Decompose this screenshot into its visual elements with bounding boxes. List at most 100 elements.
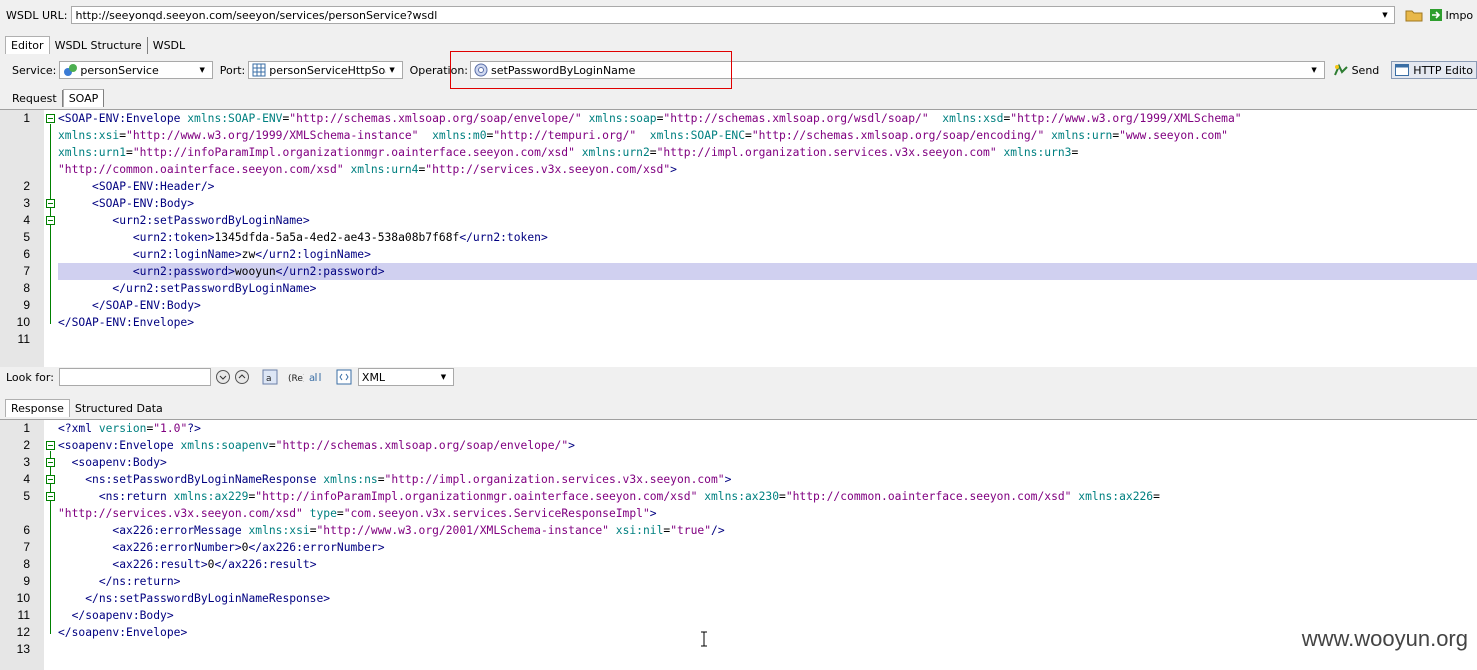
fold-toggle-icon[interactable] <box>46 458 55 467</box>
code-line: 10 </SOAP-ENV:Envelope> <box>0 314 1477 331</box>
wsdl-url-input[interactable]: http://seeyonqd.seeyon.com/seeyon/servic… <box>71 6 1396 24</box>
wsdl-url-label: WSDL URL: <box>6 8 68 22</box>
code-text: </SOAP-ENV:Envelope> <box>58 316 195 329</box>
code-text: </SOAP-ENV:Body> <box>92 299 201 312</box>
line-number: 8 <box>23 557 30 571</box>
code-line: 13 <box>0 641 1477 658</box>
code-text: xmlns:urn1="http://infoParamImpl.organiz… <box>58 146 1079 159</box>
line-number <box>0 127 30 144</box>
chevron-down-icon[interactable]: ▼ <box>1378 7 1391 23</box>
line-number: 11 <box>17 608 30 622</box>
code-line: "http://common.oainterface.seeyon.com/xs… <box>0 161 1477 178</box>
request-tabs: Request SOAP <box>0 89 1477 107</box>
line-number: 12 <box>16 625 30 639</box>
service-select[interactable]: personService ▼ <box>59 61 213 79</box>
code-text: <urn2:password>wooyun</urn2:password> <box>132 265 385 278</box>
tab-soap[interactable]: SOAP <box>62 89 105 107</box>
code-line: 1 <SOAP-ENV:Envelope xmlns:SOAP-ENV="http… <box>0 110 1477 127</box>
tab-editor[interactable]: Editor <box>5 36 50 54</box>
search-bar: Look for: a (Re) a XML ▼ <box>0 367 1477 387</box>
look-for-input[interactable] <box>58 368 211 386</box>
code-text: <?xml version="1.0"?> <box>58 422 201 435</box>
code-line: 4 <ns:setPasswordByLoginNameResponse xml… <box>0 471 1477 488</box>
line-number: 8 <box>23 281 30 295</box>
line-number <box>0 161 30 178</box>
fold-toggle-icon[interactable] <box>46 441 55 450</box>
port-label: Port: <box>219 63 246 77</box>
code-line: 1 <?xml version="1.0"?> <box>0 420 1477 437</box>
tab-wsdl-structure[interactable]: WSDL Structure <box>50 37 148 54</box>
find-previous-icon[interactable] <box>234 369 250 385</box>
line-number <box>0 505 30 522</box>
line-number: 1 <box>23 111 30 125</box>
fold-toggle-icon[interactable] <box>46 475 55 484</box>
port-icon <box>252 63 266 77</box>
line-number: 9 <box>23 298 30 312</box>
code-line: 2 <soapenv:Envelope xmlns:soapenv="http:/… <box>0 437 1477 454</box>
code-line: 4 <urn2:setPasswordByLoginName> <box>0 212 1477 229</box>
line-number: 11 <box>17 332 30 346</box>
fold-toggle-icon[interactable] <box>46 216 55 225</box>
format-select[interactable]: XML ▼ <box>357 368 454 386</box>
http-editor-icon <box>1395 64 1410 76</box>
http-editor-button[interactable]: HTTP Edito <box>1391 61 1477 79</box>
chevron-down-icon[interactable]: ▼ <box>1308 62 1321 78</box>
code-line: 8 <ax226:result>0</ax226:result> <box>0 556 1477 573</box>
line-number: 7 <box>23 264 30 278</box>
port-select[interactable]: personServiceHttpSoap ▼ <box>248 61 403 79</box>
code-text: "http://services.v3x.seeyon.com/xsd" typ… <box>58 507 657 520</box>
code-line: 5 <urn2:token>1345dfda-5a5a-4ed2-ae43-53… <box>0 229 1477 246</box>
code-text: <SOAP-ENV:Header/> <box>92 180 215 193</box>
code-line: 7 <urn2:password>wooyun</urn2:password> <box>23 263 1477 280</box>
fold-toggle-icon[interactable] <box>46 114 55 123</box>
editor-tabs: Editor WSDL Structure WSDL <box>0 36 1477 54</box>
code-text: xmlns:xsi="http://www.w3.org/1999/XMLSch… <box>58 129 1228 142</box>
import-icon <box>1429 8 1443 22</box>
code-text: </urn2:setPasswordByLoginName> <box>112 282 317 295</box>
code-line: 9 </SOAP-ENV:Body> <box>0 297 1477 314</box>
code-line: xmlns:xsi="http://www.w3.org/1999/XMLSch… <box>0 127 1477 144</box>
regex-icon[interactable]: (Re) <box>288 369 306 385</box>
line-number: 4 <box>23 472 30 486</box>
code-text: <soapenv:Body> <box>71 456 167 469</box>
line-number: 7 <box>23 540 30 554</box>
code-line: 11 </soapenv:Body> <box>0 607 1477 624</box>
import-button[interactable]: Impo <box>1429 8 1473 22</box>
whole-word-icon[interactable]: a <box>308 369 324 385</box>
look-for-label: Look for: <box>6 370 54 384</box>
request-editor[interactable]: 1 <SOAP-ENV:Envelope xmlns:SOAP-ENV="http… <box>0 109 1477 367</box>
tab-response[interactable]: Response <box>5 399 70 417</box>
code-text: <ax226:result>0</ax226:result> <box>112 558 317 571</box>
fold-toggle-icon[interactable] <box>46 199 55 208</box>
code-line: 5 <ns:return xmlns:ax229="http://infoPar… <box>0 488 1477 505</box>
code-line: 6 <urn2:loginName>zw</urn2:loginName> <box>0 246 1477 263</box>
line-number: 2 <box>23 179 30 193</box>
xpath-icon[interactable] <box>336 369 352 385</box>
find-next-icon[interactable] <box>215 369 231 385</box>
code-text: </soapenv:Body> <box>71 609 174 622</box>
code-line: 9 </ns:return> <box>0 573 1477 590</box>
code-line: 10 </ns:setPasswordByLoginNameResponse> <box>0 590 1477 607</box>
response-editor[interactable]: 1 <?xml version="1.0"?> 2 <soapenv:Envelope… <box>0 419 1477 670</box>
tab-request[interactable]: Request <box>7 90 63 107</box>
match-case-icon[interactable]: a <box>262 369 278 385</box>
fold-toggle-icon[interactable] <box>46 492 55 501</box>
chevron-down-icon[interactable]: ▼ <box>196 62 209 78</box>
tab-structured-data[interactable]: Structured Data <box>70 400 168 417</box>
line-number: 1 <box>23 421 30 435</box>
code-text: <ns:return xmlns:ax229="http://infoParam… <box>98 490 1160 503</box>
line-number: 5 <box>23 230 30 244</box>
code-text: <ax226:errorNumber>0</ax226:errorNumber> <box>112 541 385 554</box>
code-line: 7 <ax226:errorNumber>0</ax226:errorNumbe… <box>0 539 1477 556</box>
tab-wsdl[interactable]: WSDL <box>148 37 190 54</box>
open-folder-icon[interactable] <box>1405 8 1423 22</box>
send-button[interactable]: Send <box>1333 63 1379 77</box>
wsdl-url-row: WSDL URL: http://seeyonqd.seeyon.com/see… <box>0 5 1477 25</box>
code-text: <ns:setPasswordByLoginNameResponse xmlns… <box>85 473 732 486</box>
line-number: 3 <box>23 196 30 210</box>
chevron-down-icon[interactable]: ▼ <box>386 62 399 78</box>
line-number: 3 <box>23 455 30 469</box>
chevron-down-icon[interactable]: ▼ <box>437 369 450 385</box>
line-number: 10 <box>16 315 30 329</box>
svg-text:(Re): (Re) <box>288 374 304 384</box>
